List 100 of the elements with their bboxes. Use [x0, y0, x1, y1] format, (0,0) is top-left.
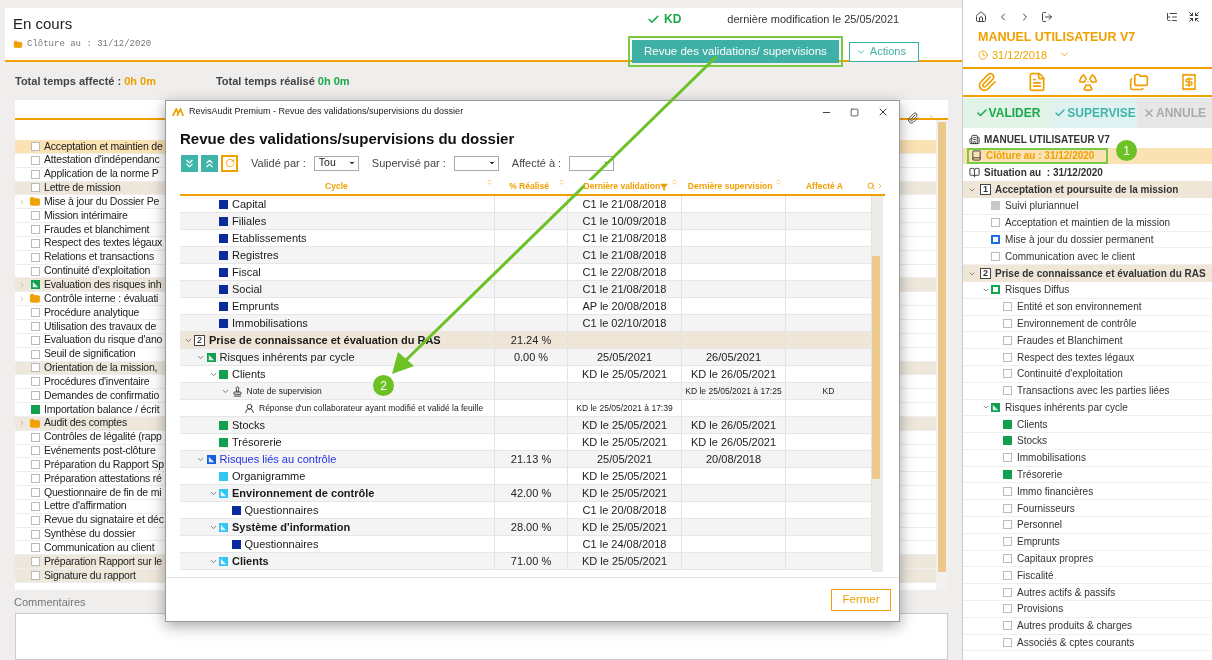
table-row[interactable]: Registres C1 le 21/08/2018 [180, 247, 872, 264]
table-row[interactable]: Questionnaires C1 le 24/08/2018 [180, 536, 872, 553]
status-square-icon [1003, 621, 1012, 631]
table-row[interactable]: Emprunts AP le 20/08/2018 [180, 298, 872, 315]
chevron-icon[interactable] [927, 113, 936, 122]
table-row[interactable]: Organigramme KD le 25/05/2021 [180, 468, 872, 485]
tree-item[interactable]: Entité et son environnement [963, 298, 1212, 316]
total-value: 0h 0m [124, 73, 156, 89]
file-title: MANUEL UTILISATEUR V7 [978, 29, 1137, 46]
radiation-icon[interactable] [1077, 71, 1098, 92]
logout-icon[interactable] [1041, 11, 1053, 23]
tree-item[interactable]: Provisions [963, 601, 1212, 618]
status-square-icon [1003, 369, 1012, 379]
tree-item[interactable]: Stocks [963, 433, 1212, 450]
table-row[interactable]: Trésorerie KD le 25/05/2021 KD le 26/05/2021 [180, 434, 872, 451]
table-row[interactable]: Risques inhérents par cycle 0.00 % 25/05/2021 26/05/2021 [180, 349, 872, 366]
search-icon[interactable] [867, 182, 876, 190]
sort-icon[interactable] [485, 178, 493, 186]
tree-section[interactable]: 2 Prise de connaissance et évaluation du RAS [963, 265, 1212, 282]
table-row[interactable]: Immobilisations C1 le 02/10/2018 [180, 315, 872, 332]
tree-item[interactable]: Situation au : 31/12/2020 [963, 164, 1212, 182]
tree-item[interactable]: Emprunts [963, 533, 1212, 551]
table-cell-text: C1 le 20/08/2018 [582, 502, 667, 518]
tree-item[interactable]: Personnel [963, 517, 1212, 534]
table-cell-text: KD le 25/05/2021 [582, 468, 667, 484]
status-square-icon [30, 557, 40, 567]
status-square-icon [1003, 453, 1012, 463]
table-cell-text: KD le 26/05/2021 [691, 417, 776, 433]
table-row[interactable]: Fiscal C1 le 22/08/2018 [180, 264, 872, 281]
table-row[interactable]: Stocks KD le 25/05/2021 KD le 26/05/2021 [180, 417, 872, 434]
scrollbar-thumb[interactable] [872, 256, 880, 479]
tree-item[interactable]: Clients [963, 416, 1212, 434]
tree-item[interactable]: Fournisseurs [963, 500, 1212, 518]
filter-select[interactable] [569, 155, 615, 171]
refresh-button[interactable] [221, 154, 238, 172]
expand-all-button[interactable] [181, 154, 198, 172]
status-title: En cours [13, 14, 74, 34]
table-row[interactable]: Capital C1 le 21/08/2018 [180, 196, 872, 213]
tree-item[interactable]: Acceptation et maintien de la mission [963, 214, 1212, 232]
sort-icon[interactable] [671, 178, 679, 186]
tree-item[interactable]: Immo financières [963, 483, 1212, 501]
filter-icon[interactable] [660, 183, 669, 191]
filter-select[interactable] [453, 155, 499, 171]
tree-item[interactable]: Autres produits & charges [963, 617, 1212, 635]
total-label: Total temps réalisé [215, 73, 315, 89]
home-icon[interactable] [975, 11, 987, 23]
tree-item[interactable]: Respect des textes légaux [963, 349, 1212, 366]
table-row[interactable]: Environnement de contrôle 42.00 % KD le 25/05/2021 [180, 485, 872, 502]
table-row[interactable]: Social C1 le 21/08/2018 [180, 281, 872, 298]
shrink-icon[interactable] [1188, 11, 1200, 23]
person-icon [244, 402, 255, 414]
tree-view-icon[interactable] [1166, 11, 1178, 23]
tree-item[interactable]: Continuité d'exploitation [963, 365, 1212, 383]
collapse-all-button[interactable] [201, 154, 218, 172]
table-cell-text: Clients [232, 553, 269, 569]
folders-icon[interactable] [1127, 71, 1150, 92]
tree-item[interactable]: Mise à jour du dossier permanent [963, 231, 1212, 249]
paperclip-icon[interactable] [907, 112, 919, 124]
table-row[interactable]: Clients 71.00 % KD le 25/05/2021 [180, 553, 872, 570]
status-square-icon [1003, 604, 1012, 614]
scrollbar-thumb[interactable] [938, 122, 946, 572]
tree-item[interactable]: Risques Diffus [963, 281, 1212, 299]
tree-item[interactable]: Autres actifs & passifs [963, 584, 1212, 602]
clock-icon [978, 49, 988, 60]
tree-item[interactable]: Trésorerie [963, 466, 1212, 484]
maximize-icon[interactable] [850, 107, 859, 117]
close-icon[interactable] [877, 106, 889, 118]
dialog-heading: Revue des validations/supervisions du dossier [180, 129, 516, 149]
table-row[interactable]: Etablissements C1 le 21/08/2018 [180, 230, 872, 247]
table-row[interactable]: Système d'information 28.00 % KD le 25/05/2021 [180, 519, 872, 536]
table-row[interactable]: Réponse d'un collaborateur ayant modifié et validé la feuille KD le 25/05/2021 à 17:39 [180, 400, 872, 417]
dropdown-arrow-icon [487, 159, 496, 167]
table-row[interactable]: Questionnaires C1 le 20/08/2018 [180, 502, 872, 519]
status-square-icon [991, 218, 1000, 228]
status-square-icon [1003, 503, 1012, 513]
table-cell-text: C1 le 21/08/2018 [582, 247, 667, 263]
building-icon [969, 133, 980, 145]
filter-select[interactable]: Tou [313, 155, 359, 171]
tree-item[interactable]: Fiscalité [963, 567, 1212, 585]
tree-item[interactable]: Fraudes et Blanchiment [963, 332, 1212, 350]
receipt-icon[interactable] [1180, 71, 1198, 92]
sort-icon[interactable] [774, 178, 782, 186]
total-value: 0h 0m [317, 73, 350, 89]
folder-icon [29, 293, 41, 305]
tree-item[interactable]: Risques inhérents par cycle [963, 399, 1212, 417]
sort-icon[interactable] [558, 178, 566, 186]
section-number: 2 [194, 334, 205, 346]
tree-section[interactable]: 1 Acceptation et poursuite de la mission [963, 181, 1212, 198]
table-row[interactable]: Risques liés au contrôle 21.13 % 25/05/2021 20/08/2018 [180, 451, 872, 468]
tree-item[interactable]: Associés & cptes courants [963, 634, 1212, 652]
tree-item[interactable]: Suivi pluriannuel [963, 197, 1212, 215]
paperclip-icon[interactable] [977, 71, 997, 92]
check-icon [975, 106, 988, 119]
tree-item[interactable]: Capitaux propres [963, 550, 1212, 568]
table-cell-text: 0.00 % [513, 349, 549, 365]
table-row[interactable]: Filiales C1 le 10/09/2018 [180, 213, 872, 230]
table-cell: KD le 25/05/2021 à 17:39 [576, 401, 673, 415]
tree-item[interactable]: Environnement de contrôle [963, 315, 1212, 333]
tree-item[interactable]: Immobilisations [963, 449, 1212, 467]
tree-item[interactable]: Transactions avec les parties liées [963, 382, 1212, 400]
